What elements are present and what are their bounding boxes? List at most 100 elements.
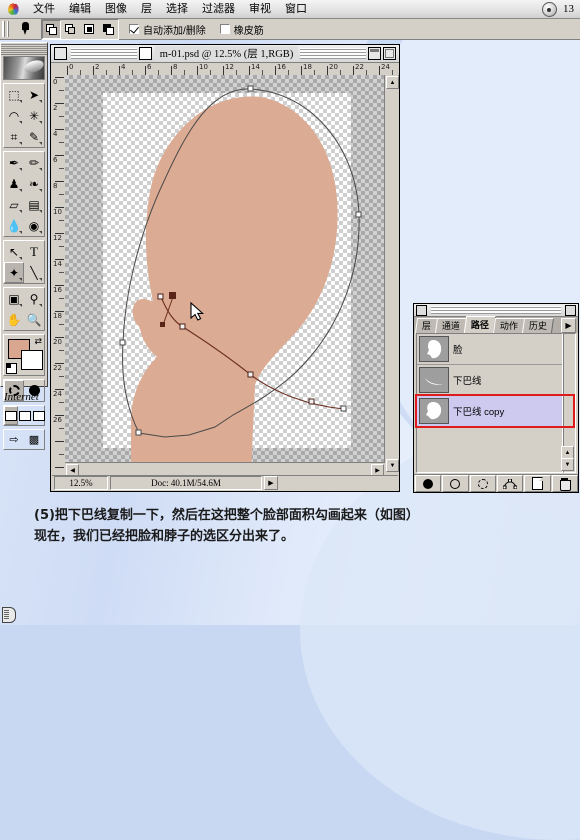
make-work-path-icon	[503, 478, 518, 489]
eyedropper-tool[interactable]: ⚲	[24, 288, 44, 309]
history-brush-tool[interactable]: ❧	[24, 173, 44, 194]
vertical-scrollbar[interactable]: ▲ ▼	[384, 75, 399, 473]
path-row-jawline-copy[interactable]: 下巴线 copy	[417, 396, 562, 427]
type-tool[interactable]: T	[24, 241, 44, 262]
marquee-tool[interactable]: ⬚	[4, 84, 24, 105]
path-row-face[interactable]: 脸	[417, 334, 562, 365]
paths-scroll-down-icon[interactable]: ▼	[561, 458, 574, 471]
line-tool[interactable]: ╲	[24, 262, 44, 283]
ruler-label-v: 14	[53, 260, 62, 268]
auto-add-delete-label: 自动添加/删除	[143, 25, 206, 37]
new-path-button[interactable]	[524, 475, 551, 492]
lasso-tool[interactable]: ◠	[4, 105, 24, 126]
full-screen-menubar-mode-button[interactable]	[18, 406, 32, 425]
path-thumbnail-face	[419, 336, 449, 362]
help-orb-icon[interactable]	[542, 1, 557, 17]
paintbrush-tool[interactable]: ✏	[24, 152, 44, 173]
crop-tool[interactable]: ⌗	[4, 126, 24, 147]
canvas-viewport[interactable]	[65, 75, 385, 473]
tab-channels[interactable]: 通道	[434, 318, 468, 333]
airbrush-tool[interactable]: ✒	[4, 152, 24, 173]
jump-to-imageready-button[interactable]: ⇨	[4, 430, 24, 449]
menu-item-filter[interactable]: 过滤器	[195, 0, 242, 19]
toolbox-panel: ⬚ ➤ ◠ ✳ ⌗ ✎ ✒ ✏ ♟ ❧ ▱ ▤ 💧 ◉ ↖ T ✦ ╲ ▣ ⚲ …	[0, 42, 48, 450]
notes-tool[interactable]: ▣	[4, 288, 24, 309]
caption-line-2: 现在，我们已经把脸和脖子的选区分出来了。	[34, 529, 295, 544]
path-name-jawline-copy: 下巴线 copy	[453, 407, 505, 418]
subtract-from-shape-button[interactable]	[61, 19, 80, 39]
caption-line-1: (5)把下巴线复制一下，然后在这把整个脸部面积勾画起来（如图）	[34, 508, 419, 523]
menu-item-layer[interactable]: 层	[134, 0, 159, 19]
fill-path-button[interactable]	[415, 475, 442, 492]
palette-close-box-icon[interactable]	[416, 304, 427, 316]
paths-list-scrollbar[interactable]: ▲ ▼	[561, 333, 576, 473]
document-window: m-01.psd @ 12.5% (层 1,RGB) 0 2 4 6 8 10 12 14 16…	[50, 44, 400, 492]
tab-paths[interactable]: 路径	[463, 316, 497, 333]
tab-actions[interactable]: 动作	[492, 318, 526, 333]
menu-item-file[interactable]: 文件	[26, 0, 62, 19]
magic-wand-tool[interactable]: ✳	[24, 105, 44, 126]
scroll-up-arrow-icon[interactable]: ▲	[386, 76, 399, 89]
apple-logo-icon[interactable]	[0, 3, 26, 15]
stamp-tool[interactable]: ♟	[4, 173, 24, 194]
eraser-tool[interactable]: ▱	[4, 194, 24, 215]
minimize-box-icon[interactable]	[368, 47, 381, 60]
menu-item-select[interactable]: 选择	[159, 0, 195, 19]
gradient-tool[interactable]: ▤	[24, 194, 44, 215]
ruler-label-h: 12	[225, 63, 234, 71]
background-color-swatch[interactable]	[21, 350, 43, 370]
move-tool[interactable]: ➤	[24, 84, 44, 105]
ruler-label-h: 10	[199, 63, 208, 71]
imageready-icon[interactable]: ▩	[24, 430, 44, 449]
tool-group-vector: ↖ T ✦ ╲	[3, 240, 45, 284]
blur-tool[interactable]: 💧	[4, 215, 24, 236]
path-row-jawline[interactable]: 下巴线	[417, 365, 562, 396]
menu-item-view[interactable]: 审视	[242, 0, 278, 19]
swap-colors-icon[interactable]: ⇄	[34, 336, 42, 347]
close-box-icon[interactable]	[54, 47, 67, 60]
zoom-box-icon[interactable]	[383, 47, 396, 60]
paths-palette-toolbar	[414, 474, 578, 492]
standard-screen-mode-button[interactable]	[4, 406, 18, 425]
ruler-label-v: 6	[53, 156, 58, 164]
menu-item-image[interactable]: 图像	[98, 0, 134, 19]
menu-item-edit[interactable]: 编辑	[62, 0, 98, 19]
zoom-level-field[interactable]: 12.5%	[54, 476, 108, 490]
stroke-path-button[interactable]	[442, 475, 469, 492]
rubber-band-option[interactable]: 橡皮筋	[219, 22, 264, 37]
options-bar-grip[interactable]	[2, 21, 11, 37]
tray-icon[interactable]	[2, 607, 16, 623]
pen-tool[interactable]: ✦	[4, 262, 24, 283]
palette-menu-button[interactable]: ▶	[561, 318, 576, 333]
dodge-tool[interactable]: ◉	[24, 215, 44, 236]
delete-path-button[interactable]	[551, 475, 578, 492]
paths-list[interactable]: 脸 下巴线 下巴线 copy	[416, 333, 563, 473]
menu-item-window[interactable]: 窗口	[278, 0, 314, 19]
toolbox-title-bar[interactable]	[1, 43, 47, 55]
fill-path-icon	[423, 478, 434, 489]
hand-tool[interactable]: ✋	[4, 309, 24, 330]
load-selection-button[interactable]	[469, 475, 496, 492]
ruler-label-v: 16	[53, 286, 62, 294]
document-title-bar[interactable]: m-01.psd @ 12.5% (层 1,RGB)	[51, 45, 399, 63]
make-work-path-button[interactable]	[496, 475, 524, 492]
auto-add-delete-option[interactable]: 自动添加/删除	[129, 22, 206, 37]
horizontal-scrollbar[interactable]: ◀ ▶	[65, 462, 385, 477]
path-selection-tool[interactable]: ↖	[4, 241, 24, 262]
auto-add-delete-checkbox[interactable]	[129, 24, 139, 34]
status-popup-arrow-icon[interactable]: ▶	[264, 476, 278, 490]
palette-collapse-box-icon[interactable]	[565, 304, 576, 316]
rubber-band-checkbox[interactable]	[219, 24, 230, 34]
slice-tool[interactable]: ✎	[24, 126, 44, 147]
zoom-tool[interactable]: 🔍	[24, 309, 44, 330]
ruler-label-h: 18	[303, 63, 312, 71]
scroll-down-arrow-icon[interactable]: ▼	[386, 459, 399, 472]
jump-to-group: ⇨ ▩	[3, 429, 45, 450]
exclude-shape-button[interactable]	[99, 19, 118, 39]
jawline-copy-thumb-icon	[421, 400, 447, 422]
full-screen-mode-button[interactable]	[32, 406, 46, 425]
add-to-shape-button[interactable]	[42, 19, 61, 39]
tab-history[interactable]: 历史	[522, 318, 555, 333]
intersect-shape-button[interactable]	[80, 19, 99, 39]
default-colors-icon[interactable]	[6, 363, 17, 374]
